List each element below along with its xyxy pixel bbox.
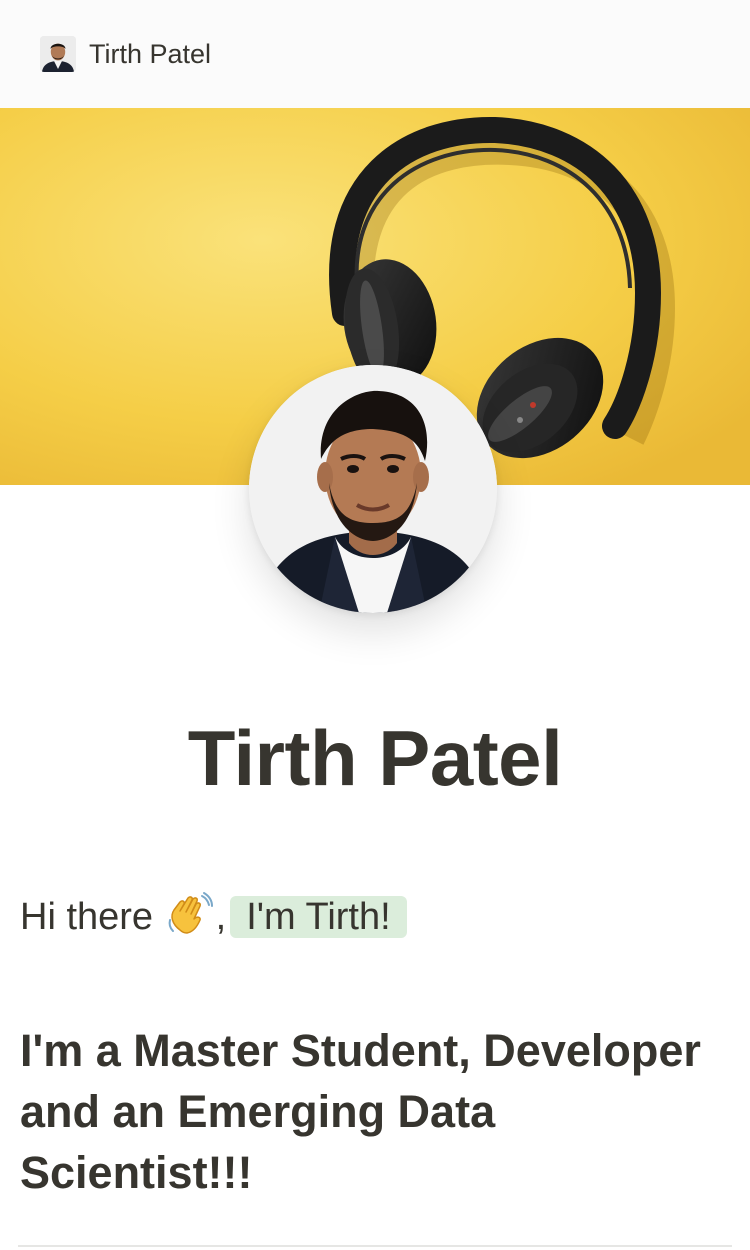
workspace-title[interactable]: Tirth Patel — [89, 36, 211, 72]
avatar-image — [40, 36, 76, 72]
page-title: Tirth Patel — [187, 714, 563, 802]
profile-photo — [249, 365, 497, 613]
notion-page: Tirth Patel Tirth Patel Hi there , I'm T… — [0, 0, 750, 1250]
top-bar: Tirth Patel — [0, 0, 750, 108]
greeting-line: Hi there , I'm Tirth! — [20, 890, 407, 944]
greeting-text: Hi there — [20, 896, 164, 938]
greeting-comma: , — [215, 896, 227, 938]
waving-hand-icon — [166, 890, 214, 938]
divider — [18, 1245, 732, 1247]
intro-heading: I'm a Master Student, Developer and an E… — [20, 1025, 701, 1198]
profile-avatar-icon[interactable] — [40, 36, 76, 72]
profile-portrait — [249, 365, 497, 613]
greeting-highlight: I'm Tirth! — [230, 896, 407, 938]
